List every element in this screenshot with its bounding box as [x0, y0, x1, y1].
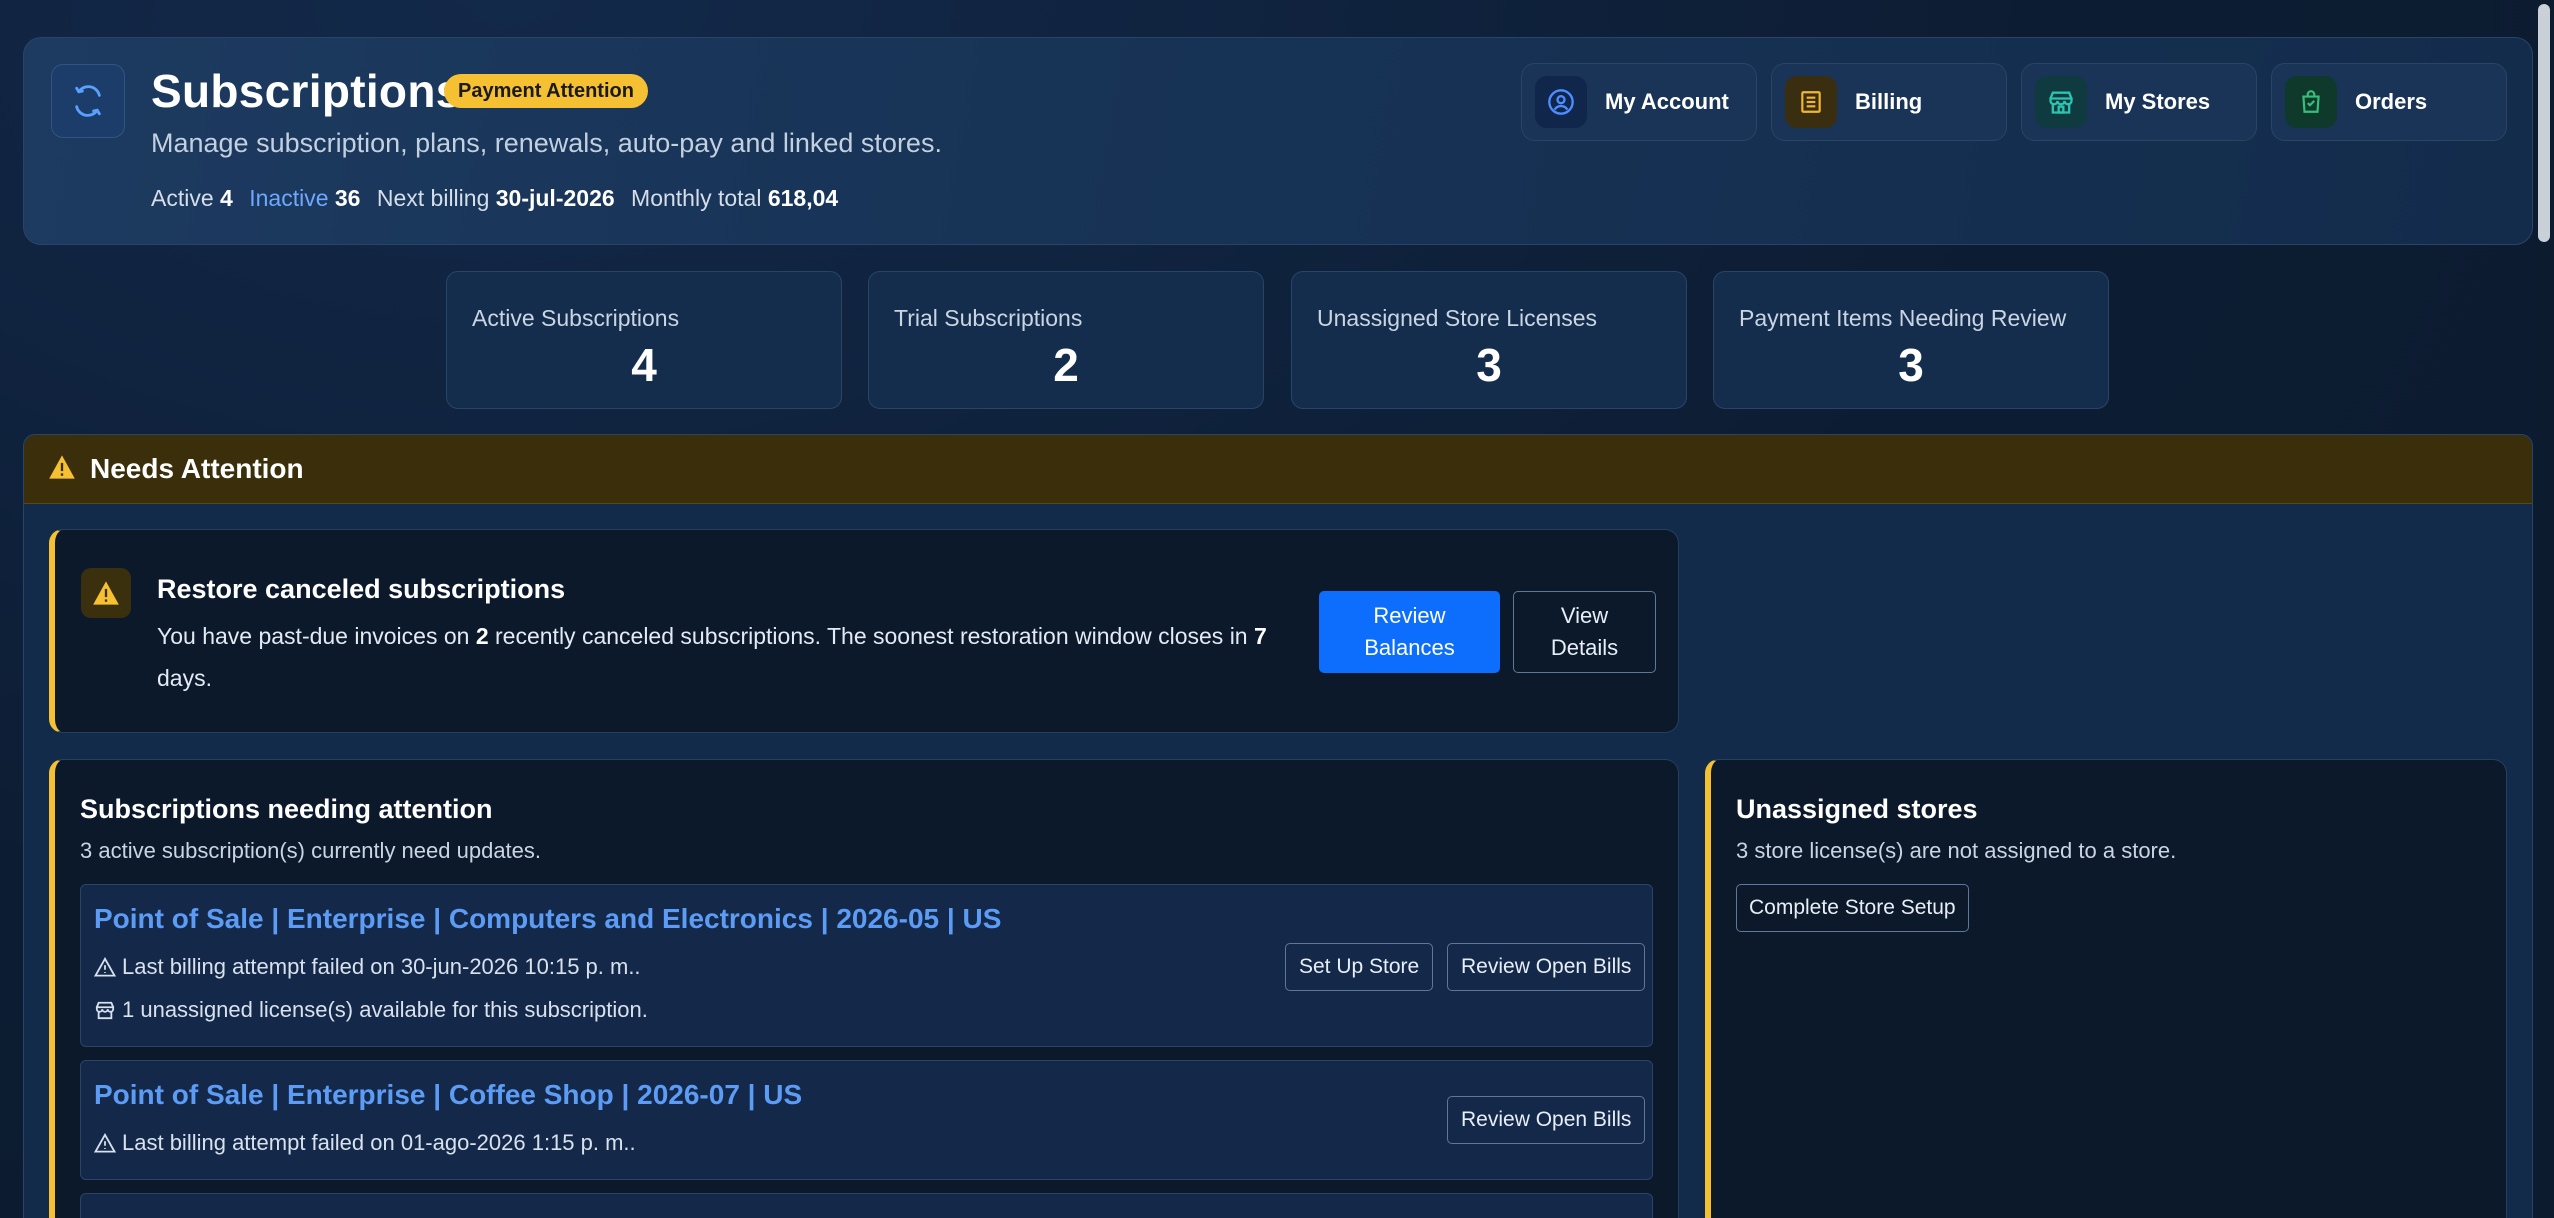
next-billing-label: Next billing: [376, 185, 490, 211]
section-title: Unassigned stores: [1736, 794, 1978, 824]
refresh-icon: [51, 64, 125, 138]
nav-my-account[interactable]: My Account: [1521, 63, 1757, 141]
subscription-item: Point of Sale | Enterprise | Computers a…: [80, 884, 1653, 1047]
warning-icon: [48, 454, 76, 485]
metric-unassigned-store-licenses[interactable]: Unassigned Store Licenses 3: [1291, 271, 1687, 409]
metric-trial-subscriptions[interactable]: Trial Subscriptions 2: [868, 271, 1264, 409]
subscription-title-link[interactable]: Point of Sale | Enterprise | Coffee Shop…: [94, 1079, 802, 1111]
nav-label: Orders: [2355, 89, 2428, 114]
billing-failed-line: Last billing attempt failed on 30-jun-20…: [94, 954, 641, 980]
metric-active-subscriptions[interactable]: Active Subscriptions 4: [446, 271, 842, 409]
metric-label: Payment Items Needing Review: [1739, 305, 2067, 331]
review-open-bills-button[interactable]: Review Open Bills: [1447, 1096, 1646, 1144]
subscription-item: Point of Sale | Enterprise | Coffee Shop…: [80, 1060, 1653, 1180]
active-count: 4: [220, 185, 233, 211]
subscriptions-needing-attention: Subscriptions needing attention 3 active…: [49, 759, 1679, 1218]
review-balances-button[interactable]: Review Balances: [1319, 591, 1500, 673]
canceled-count: 2: [475, 623, 489, 649]
set-up-store-button[interactable]: Set Up Store: [1285, 943, 1434, 991]
user-circle-icon: [1535, 76, 1587, 128]
page-scrollbar[interactable]: [2534, 0, 2554, 1218]
days-remaining: 7: [1253, 623, 1267, 649]
restore-title: Restore canceled subscriptions: [157, 574, 566, 604]
inactive-label[interactable]: Inactive: [249, 185, 328, 211]
metric-label: Trial Subscriptions: [894, 305, 1083, 331]
complete-store-setup-button[interactable]: Complete Store Setup: [1736, 884, 1969, 932]
receipt-icon: [1785, 76, 1837, 128]
license-note-line: 1 unassigned license(s) available for th…: [94, 997, 648, 1023]
subscription-stats: Active 4 Inactive 36 Next billing 30-jul…: [151, 185, 838, 212]
monthly-total-value: 618,04: [767, 185, 839, 211]
warning-icon: [81, 568, 131, 618]
section-subtitle: 3 store license(s) are not assigned to a…: [1736, 838, 2177, 863]
review-open-bills-button[interactable]: Review Open Bills: [1447, 943, 1646, 991]
metric-label: Unassigned Store Licenses: [1317, 305, 1597, 331]
nav-billing[interactable]: Billing: [1771, 63, 2007, 141]
nav-label: Billing: [1855, 89, 1923, 114]
metric-label: Active Subscriptions: [472, 305, 680, 331]
metric-payment-items-review[interactable]: Payment Items Needing Review 3: [1713, 271, 2109, 409]
store-icon: [94, 1000, 116, 1020]
unassigned-stores-panel: Unassigned stores 3 store license(s) are…: [1705, 759, 2507, 1218]
nav-label: My Account: [1605, 89, 1729, 114]
page-title: Subscriptions: [151, 65, 462, 117]
store-icon: [2035, 76, 2087, 128]
subscription-item: [80, 1193, 1653, 1218]
active-label: Active: [151, 185, 214, 211]
restore-description: You have past-due invoices on 2 recently…: [157, 623, 1267, 691]
metric-value: 3: [1898, 339, 1924, 391]
restore-subscriptions-card: Restore canceled subscriptions You have …: [49, 529, 1679, 733]
metric-value: 4: [631, 339, 657, 391]
view-details-button[interactable]: View Details: [1513, 591, 1656, 673]
nav-my-stores[interactable]: My Stores: [2021, 63, 2257, 141]
metric-value: 2: [1053, 339, 1079, 391]
page-subtitle: Manage subscription, plans, renewals, au…: [151, 128, 942, 158]
section-title: Subscriptions needing attention: [80, 794, 493, 824]
payment-attention-badge: Payment Attention: [444, 74, 648, 108]
nav-label: My Stores: [2105, 89, 2211, 114]
shopping-bag-icon: [2285, 76, 2337, 128]
needs-attention-header: Needs Attention: [24, 435, 2532, 504]
page-header: Subscriptions Payment Attention Manage s…: [23, 37, 2533, 245]
alert-triangle-icon: [94, 1133, 116, 1153]
metric-value: 3: [1476, 339, 1502, 391]
nav-orders[interactable]: Orders: [2271, 63, 2507, 141]
monthly-total-label: Monthly total: [631, 185, 762, 211]
inactive-count: 36: [334, 185, 361, 211]
subscription-title-link[interactable]: Point of Sale | Enterprise | Computers a…: [94, 903, 1001, 935]
next-billing-date: 30-jul-2026: [495, 185, 615, 211]
alert-triangle-icon: [94, 957, 116, 977]
scrollbar-thumb[interactable]: [2538, 4, 2550, 242]
billing-failed-line: Last billing attempt failed on 01-ago-20…: [94, 1130, 636, 1156]
needs-attention-title: Needs Attention: [90, 453, 304, 484]
section-subtitle: 3 active subscription(s) currently need …: [80, 838, 542, 863]
